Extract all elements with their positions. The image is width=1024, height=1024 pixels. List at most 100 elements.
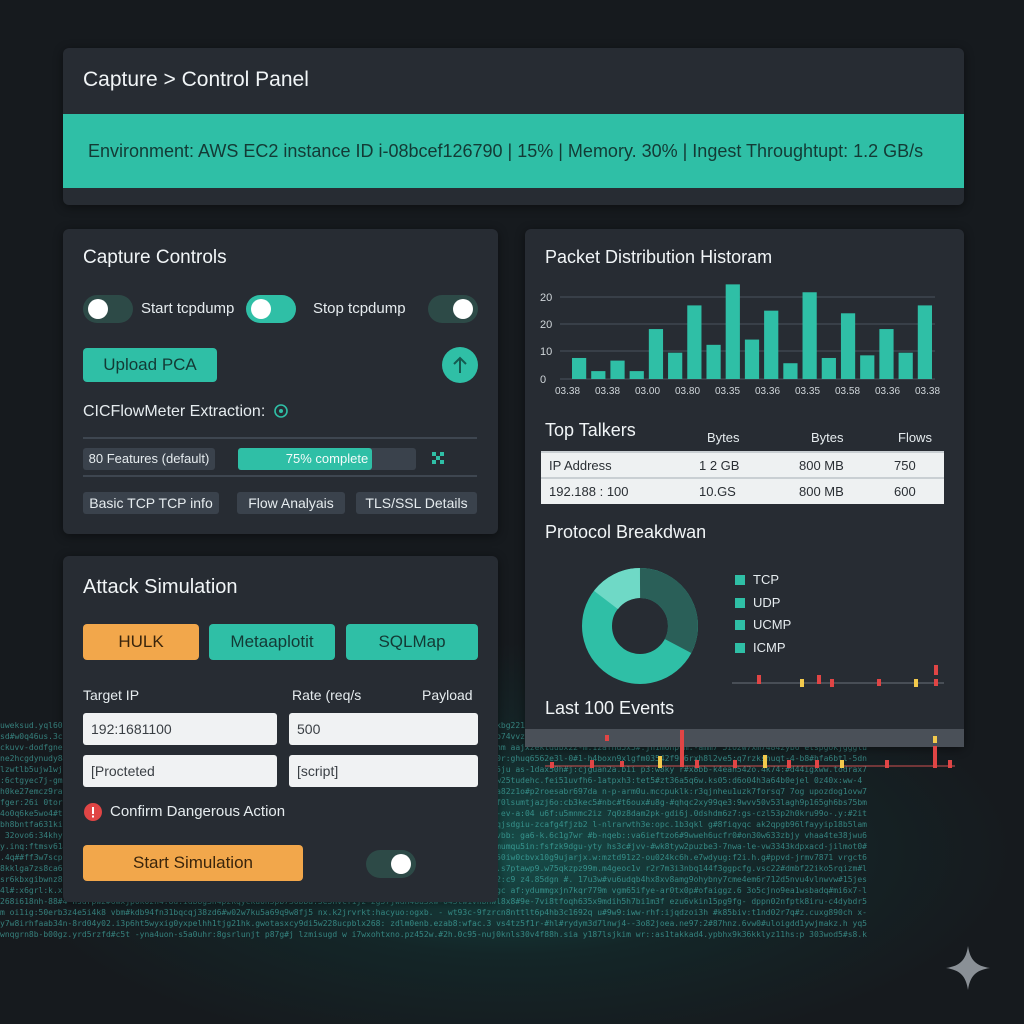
table-row[interactable]: IP Address 1 2 GB 800 MB 750	[541, 451, 944, 478]
histogram-bar	[879, 329, 894, 379]
table-row[interactable]: 192.188 : 100 10.GS 800 MB 600	[541, 477, 944, 504]
packet-histogram: 20 20 10 0 03.38 03.38 03.00 03.80 03.35 03.36 03.…	[540, 284, 940, 397]
progress-label: 75% complete	[285, 451, 369, 466]
histogram-bar	[668, 352, 683, 379]
histogram-bar	[917, 305, 932, 379]
histogram-bar	[572, 357, 587, 379]
x-tick-label: 03.80	[675, 386, 700, 397]
table-cell: 750	[886, 451, 944, 478]
table-cell: 600	[886, 477, 944, 504]
x-tick-label: 03.36	[755, 386, 780, 397]
toggle-knob	[251, 299, 271, 319]
start-simulation-button[interactable]: Start Simulation	[83, 845, 303, 881]
divider	[83, 437, 477, 439]
x-tick-label: 03.35	[715, 386, 740, 397]
donut-segment	[639, 568, 698, 653]
target-ip-input[interactable]: 192:1681100	[83, 713, 277, 745]
legend-icmp: ICMP	[753, 640, 786, 655]
divider	[83, 475, 477, 477]
protocol-breakdown-title: Protocol Breakdwan	[545, 522, 707, 542]
histogram-bar	[687, 305, 702, 379]
tab-tls-ssl[interactable]: TLS/SSL Details	[356, 492, 477, 514]
protocol-event-sparkline	[732, 665, 944, 687]
breadcrumb: Capture > Control Panel	[83, 68, 309, 91]
payload-label: Payload	[422, 687, 473, 703]
histogram-bar	[821, 357, 836, 379]
stop-tcpdump-toggle[interactable]	[246, 295, 296, 323]
legend-swatch	[735, 643, 745, 653]
table-cell: 192.188 : 100	[541, 477, 691, 504]
header-panel: Capture > Control Panel Environment: AWS…	[63, 48, 964, 205]
cicflow-status-icon	[274, 404, 288, 418]
toggle-knob	[391, 854, 411, 874]
environment-status-bar: Environment: AWS EC2 instance ID i-08bce…	[63, 114, 964, 188]
sparkle-icon	[946, 946, 990, 990]
histogram-bar	[764, 310, 779, 379]
upload-pca-button[interactable]: Upload PCA	[83, 348, 217, 382]
capture-controls-title: Capture Controls	[83, 247, 227, 268]
cicflow-label: CICFlowMeter Extraction:	[83, 403, 266, 420]
column-header: Flows	[898, 430, 932, 445]
y-tick-label: 10	[540, 346, 552, 358]
table-cell: 800 MB	[791, 477, 886, 504]
legend-udp: UDP	[753, 595, 781, 610]
confirm-dangerous-action-label[interactable]: Confirm Dangerous Action	[110, 803, 285, 820]
y-tick-label: 20	[540, 319, 552, 331]
start-tcpdump-label: Start tcpdump	[141, 300, 235, 317]
capture-toggle[interactable]	[428, 295, 478, 323]
upload-arrow-button[interactable]	[442, 347, 478, 383]
stop-tcpdump-label: Stop tcpdump	[313, 300, 406, 317]
legend-tcp: TCP	[753, 572, 779, 587]
legend-swatch	[735, 620, 745, 630]
tool-metasploit-button[interactable]: Metaaplotit	[209, 624, 335, 660]
column-header: Bytes	[707, 430, 740, 445]
rate-label: Rate (req/s	[292, 687, 362, 703]
x-tick-label: 03.35	[795, 386, 820, 397]
events-timeline	[545, 730, 955, 768]
y-tick-label: 0	[540, 374, 546, 386]
histogram-bar	[860, 355, 875, 379]
warning-icon	[84, 803, 102, 821]
simulation-toggle[interactable]	[366, 850, 416, 878]
attack-simulation-title: Attack Simulation	[83, 576, 238, 598]
toggle-knob	[88, 299, 108, 319]
histogram-bar	[648, 329, 664, 379]
features-selector[interactable]: 80 Features (default)	[83, 448, 215, 470]
histogram-bar	[725, 284, 740, 379]
table-cell: 1 2 GB	[691, 451, 791, 478]
donut-segment	[594, 568, 641, 610]
histogram-bar	[706, 344, 721, 379]
histogram-title: Packet Distribution Historam	[545, 247, 773, 267]
histogram-bar	[898, 352, 913, 379]
x-tick-label: 03.38	[555, 386, 580, 397]
histogram-bar	[744, 339, 760, 379]
tab-basic-tcp[interactable]: Basic TCP TCP info	[83, 492, 219, 514]
payload-input[interactable]: [script]	[289, 755, 478, 787]
tool-hulk-button[interactable]: HULK	[83, 624, 199, 660]
histogram-bar	[610, 360, 625, 379]
settings-grid-icon[interactable]	[430, 450, 446, 466]
rate-input[interactable]: 500	[289, 713, 478, 745]
y-tick-label: 20	[540, 292, 552, 304]
protected-input[interactable]: [Procteted	[83, 755, 277, 787]
last-events-title: Last 100 Events	[545, 698, 675, 718]
legend-swatch	[735, 598, 745, 608]
tool-sqlmap-button[interactable]: SQLMap	[346, 624, 478, 660]
histogram-bar	[802, 292, 817, 379]
start-tcpdump-toggle[interactable]	[83, 295, 133, 323]
legend-swatch	[735, 575, 745, 585]
legend-ucmp: UCMP	[753, 617, 792, 632]
histogram-bar	[783, 363, 798, 379]
x-tick-label: 03.38	[595, 386, 620, 397]
protocol-donut-chart	[582, 568, 698, 684]
analytics-panel: Packet Distribution Historam 20 20 10 0 03.3…	[525, 229, 964, 747]
attack-simulation-panel: Attack Simulation HULK Metaaplotit SQLMa…	[63, 556, 498, 902]
top-talkers-title: Top Talkers	[545, 420, 636, 440]
target-ip-label: Target IP	[83, 687, 140, 703]
toggle-knob	[453, 299, 473, 319]
tab-flow-analysis[interactable]: Flow Analyais	[237, 492, 345, 514]
x-tick-label: 03.58	[835, 386, 860, 397]
column-header: Bytes	[811, 430, 844, 445]
arrow-up-icon	[453, 356, 467, 373]
capture-controls-panel: Capture Controls Start tcpdump Stop tcpd…	[63, 229, 498, 534]
